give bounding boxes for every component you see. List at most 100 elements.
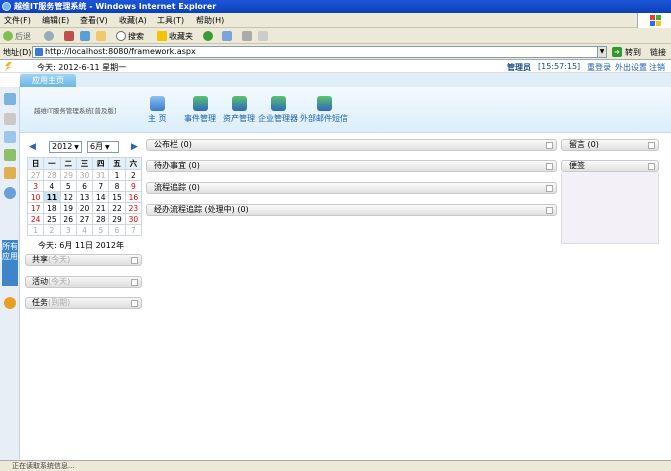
activity-panel-header[interactable]: 活动(今天) — [25, 276, 142, 288]
menu-file[interactable]: 文件(F) — [4, 15, 31, 26]
calendar-day[interactable]: 2 — [124, 169, 143, 181]
shared-panel-header[interactable]: 共享(今天) — [25, 254, 142, 266]
nav-enterprise-manager[interactable]: 企业管理器 — [258, 96, 298, 124]
expand-icon[interactable] — [131, 279, 138, 286]
calendar-day[interactable]: 19 — [59, 202, 77, 214]
calendar-day[interactable]: 7 — [124, 224, 143, 236]
favorites-button[interactable]: 收藏夹 — [169, 31, 193, 42]
rail-app-icon-3[interactable] — [4, 131, 16, 143]
calendar-day[interactable]: 21 — [92, 202, 110, 214]
address-input[interactable]: http://localhost:8080/framework.aspx — [32, 46, 607, 58]
favorites-star-icon[interactable] — [157, 31, 167, 41]
edit-icon[interactable] — [258, 31, 268, 41]
calendar-day[interactable]: 22 — [108, 202, 126, 214]
back-arrow-icon[interactable] — [3, 31, 13, 41]
stop-icon[interactable] — [64, 31, 74, 41]
calendar-day[interactable]: 4 — [43, 180, 61, 192]
todo-panel-header[interactable]: 待办事宜 (0) — [146, 160, 557, 172]
workflow-tracking-panel-header[interactable]: 流程追踪 (0) — [146, 182, 557, 194]
home-icon[interactable] — [96, 31, 106, 41]
calendar-day[interactable]: 1 — [108, 169, 126, 181]
calendar-day[interactable]: 20 — [75, 202, 94, 214]
rail-app-icon-1[interactable] — [4, 93, 16, 105]
logout-link[interactable]: 注销 — [649, 62, 665, 73]
print-icon[interactable] — [242, 31, 252, 41]
calendar-day[interactable]: 28 — [43, 169, 61, 181]
menu-view[interactable]: 查看(V) — [80, 15, 108, 26]
address-dropdown-icon[interactable]: ▼ — [597, 46, 607, 58]
calendar-day[interactable]: 30 — [124, 213, 143, 225]
expand-icon[interactable] — [546, 142, 553, 149]
menu-tools[interactable]: 工具(T) — [157, 15, 184, 26]
task-panel-header[interactable]: 任务(到期) — [25, 297, 142, 309]
calendar-day[interactable]: 23 — [124, 202, 143, 214]
calendar-day[interactable]: 1 — [26, 224, 45, 236]
calendar-day-today[interactable]: 11 — [43, 191, 61, 203]
expand-icon[interactable] — [546, 207, 553, 214]
expand-icon[interactable] — [131, 300, 138, 307]
calendar-day[interactable]: 3 — [26, 180, 45, 192]
expand-icon[interactable] — [648, 163, 655, 170]
calendar-day[interactable]: 6 — [108, 224, 126, 236]
calendar-day[interactable]: 17 — [26, 202, 45, 214]
calendar-day[interactable]: 27 — [26, 169, 45, 181]
expand-icon[interactable] — [546, 163, 553, 170]
calendar-day[interactable]: 18 — [43, 202, 61, 214]
calendar-day[interactable]: 26 — [59, 213, 77, 225]
calendar-day[interactable]: 7 — [92, 180, 110, 192]
calendar-day[interactable]: 27 — [75, 213, 94, 225]
handled-workflow-panel-header[interactable]: 经办流程追踪 (处理中) (0) — [146, 204, 557, 216]
go-button[interactable]: ➜ 转到 — [612, 46, 642, 58]
calendar-day[interactable]: 29 — [108, 213, 126, 225]
calendar-day[interactable]: 2 — [43, 224, 61, 236]
notes-panel-header[interactable]: 便签 — [561, 160, 659, 172]
refresh-icon[interactable] — [80, 31, 90, 41]
search-icon[interactable] — [116, 31, 126, 41]
expand-icon[interactable] — [648, 142, 655, 149]
menu-favorites[interactable]: 收藏(A) — [119, 15, 147, 26]
prev-month-icon[interactable]: ◀ — [29, 142, 36, 152]
month-select[interactable]: 6月 ▼ — [87, 141, 119, 153]
nav-asset-management[interactable]: 资产管理 — [223, 96, 255, 124]
calendar-day[interactable]: 31 — [92, 169, 110, 181]
calendar-day[interactable]: 30 — [75, 169, 94, 181]
links-button[interactable]: 链接 — [650, 47, 666, 58]
forward-arrow-icon[interactable] — [44, 31, 54, 41]
calendar-day[interactable]: 12 — [59, 191, 77, 203]
calendar-day[interactable]: 10 — [26, 191, 45, 203]
calendar-day[interactable]: 15 — [108, 191, 126, 203]
back-button[interactable]: 后退 — [15, 31, 31, 42]
rail-app-icon-2[interactable] — [4, 113, 16, 125]
away-settings-link[interactable]: 外出设置 — [615, 62, 647, 73]
calendar-day[interactable]: 13 — [75, 191, 94, 203]
calendar-day[interactable]: 6 — [75, 180, 94, 192]
nav-event-management[interactable]: 事件管理 — [184, 96, 216, 124]
menu-help[interactable]: 帮助(H) — [196, 15, 224, 26]
menu-edit[interactable]: 编辑(E) — [42, 15, 69, 26]
rail-help-icon[interactable] — [4, 187, 16, 199]
media-icon[interactable] — [203, 31, 213, 41]
message-panel-header[interactable]: 留言 (0) — [561, 139, 659, 151]
tab-app-home[interactable]: 应用主页 — [20, 74, 76, 87]
mail-icon[interactable] — [222, 31, 232, 41]
expand-icon[interactable] — [131, 257, 138, 264]
next-month-icon[interactable]: ▶ — [131, 142, 138, 152]
rail-app-icon-4[interactable] — [4, 149, 16, 161]
all-apps-button[interactable]: 所有应用 — [2, 240, 18, 286]
nav-external-mail-sms[interactable]: 外部邮件短信 — [300, 96, 348, 124]
calendar-day[interactable]: 25 — [43, 213, 61, 225]
rail-app-icon-6[interactable] — [4, 297, 16, 309]
calendar-day[interactable]: 5 — [92, 224, 110, 236]
nav-home[interactable]: 主 页 — [148, 96, 167, 124]
calendar-day[interactable]: 24 — [26, 213, 45, 225]
calendar-day[interactable]: 5 — [59, 180, 77, 192]
notes-textarea[interactable] — [561, 172, 659, 244]
calendar-day[interactable]: 9 — [124, 180, 143, 192]
calendar-day[interactable]: 29 — [59, 169, 77, 181]
calendar-day[interactable]: 16 — [124, 191, 143, 203]
bulletin-panel-header[interactable]: 公布栏 (0) — [146, 139, 557, 151]
search-button[interactable]: 搜索 — [128, 31, 144, 42]
expand-icon[interactable] — [546, 185, 553, 192]
calendar-day[interactable]: 14 — [92, 191, 110, 203]
year-select[interactable]: 2012 ▼ — [49, 141, 82, 153]
